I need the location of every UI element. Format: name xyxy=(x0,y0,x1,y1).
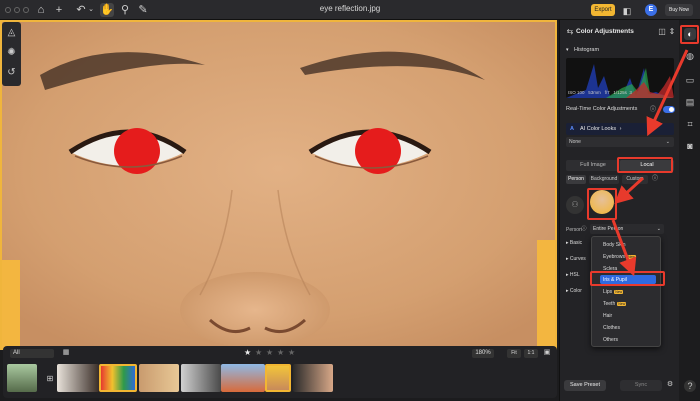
histogram-label: Histogram xyxy=(574,47,600,53)
ai-icon: A xyxy=(570,126,574,132)
subtab-background[interactable]: Background xyxy=(589,175,619,184)
buy-now-button[interactable]: Buy Now xyxy=(665,4,693,16)
menu-item-eyebrows[interactable]: Eyebrows New xyxy=(603,254,636,260)
accordion-basic[interactable]: ▸ Basic xyxy=(566,240,582,246)
color-looks-select[interactable]: None ⌄ xyxy=(566,137,674,147)
history-icon[interactable]: ↺ xyxy=(5,66,18,79)
save-preset-button[interactable]: Save Preset xyxy=(564,380,606,391)
accordion-hsl-label: HSL xyxy=(569,272,580,278)
panel-menu-icon[interactable]: ⇕ xyxy=(665,25,679,39)
iso-value: ISO 100 xyxy=(568,90,585,95)
title-bar: ⌂ + ↶ ⌄ ✋ ⚲ ✎ eye reflection.jpg Export … xyxy=(0,0,700,20)
help-icon[interactable]: ? xyxy=(684,380,696,392)
thumbnail[interactable] xyxy=(293,364,333,392)
thumbnail[interactable] xyxy=(7,364,37,392)
filmstrip-toolbar: All ▦ ★ ★ ★ ★ ★ 180% Fit 1:1 ▣ xyxy=(3,346,557,360)
menu-item-eyebrows-label: Eyebrows xyxy=(603,254,625,260)
person-icon[interactable]: ⚇ xyxy=(566,196,584,214)
person-scope-value: Entire Person xyxy=(593,226,624,232)
accordion-color-label: Color xyxy=(569,288,582,294)
color-looks-value: None xyxy=(569,139,581,145)
menu-item-clothes[interactable]: Clothes xyxy=(603,325,620,331)
histogram-chevron-icon[interactable]: ▾ xyxy=(566,47,569,53)
thumbnail-selected[interactable] xyxy=(99,364,137,392)
thumbnail[interactable] xyxy=(57,364,99,392)
new-badge: New xyxy=(626,254,636,259)
ai-color-looks-label: AI Color Looks xyxy=(580,126,617,132)
focal-length-value: 53mm xyxy=(588,90,601,95)
aperture-value: f/7 xyxy=(604,90,610,95)
subtab-custom[interactable]: Custom xyxy=(622,175,648,184)
crop-icon[interactable]: ⌗ xyxy=(684,118,696,130)
shutter-value: 1/125s xyxy=(613,90,627,95)
avatar[interactable]: E xyxy=(645,4,657,16)
panel-title: Color Adjustments xyxy=(576,28,634,35)
person-part-dropdown: Body Skin Eyebrows New Sclera Iris & Pupi… xyxy=(591,236,661,347)
thumbnail[interactable] xyxy=(181,364,221,392)
layers-icon[interactable]: ▭ xyxy=(684,74,696,86)
realtime-toggle[interactable] xyxy=(663,106,675,113)
zoom-select[interactable]: 180% xyxy=(472,349,494,358)
info-icon[interactable]: ⓘ xyxy=(580,222,588,236)
local-tab-highlight xyxy=(617,157,673,173)
fit-button[interactable]: Fit xyxy=(507,349,521,358)
histogram-info: ISO 100 53mm f/7 1/125s 3 xyxy=(568,90,632,95)
left-toolbar: ◬ ✺ ↺ xyxy=(2,22,21,86)
fullscreen-icon[interactable]: ▣ xyxy=(540,346,554,360)
star-icon-5[interactable]: ★ xyxy=(288,348,295,358)
menu-item-lips-label: Lips xyxy=(603,289,613,295)
photo-canvas[interactable] xyxy=(0,20,557,350)
thumbnail[interactable] xyxy=(139,364,179,392)
accordion-basic-label: Basic xyxy=(569,240,583,246)
grid-view-icon[interactable]: ▦ xyxy=(59,346,73,360)
star-icon-4[interactable]: ★ xyxy=(277,348,284,358)
color-adjust-highlight xyxy=(680,25,699,44)
menu-item-teeth-label: Teeth xyxy=(603,301,616,307)
chevron-down-icon: ⌄ xyxy=(656,226,661,232)
face-photo xyxy=(0,20,557,350)
info-icon[interactable]: ⓘ xyxy=(646,103,660,117)
accordion-curves[interactable]: ▸ Curves xyxy=(566,256,586,262)
compare-icon[interactable]: ◧ xyxy=(620,4,634,18)
image-icon[interactable]: ⊞ xyxy=(43,372,57,386)
accordion-curves-label: Curves xyxy=(569,256,586,262)
info-icon[interactable]: ⓘ xyxy=(648,172,662,186)
star-icon-3[interactable]: ★ xyxy=(266,348,273,358)
star-icon-2[interactable]: ★ xyxy=(255,348,262,358)
ai-color-looks-button[interactable]: A AI Color Looks › xyxy=(566,123,674,135)
new-badge: New xyxy=(617,301,627,306)
retouch-icon[interactable]: ◍ xyxy=(684,50,696,62)
person-scope-select[interactable]: Entire Person ⌄ xyxy=(590,224,664,234)
menu-item-others[interactable]: Others xyxy=(603,337,618,343)
menu-item-teeth[interactable]: Teeth New xyxy=(603,301,627,307)
ev-value: 3 xyxy=(629,90,632,95)
subtab-person[interactable]: Person xyxy=(566,175,586,184)
filter-select[interactable]: All xyxy=(10,349,54,358)
auto-adjust-icon[interactable]: ◬ xyxy=(5,26,18,39)
filmstrip: All ▦ ★ ★ ★ ★ ★ 180% Fit 1:1 ▣ ⊞ xyxy=(3,346,557,398)
thumbnail-selected[interactable] xyxy=(265,364,291,392)
chevron-down-icon: ⌄ xyxy=(665,139,670,145)
camera-icon[interactable]: ◙ xyxy=(684,140,696,152)
new-badge: New xyxy=(614,289,624,294)
export-button[interactable]: Export xyxy=(591,4,615,16)
thumbnail[interactable] xyxy=(221,364,265,392)
settings-icon[interactable]: ⚙ xyxy=(663,378,677,392)
right-rail: ◐ ◍ ▭ ▤ ⌗ ◙ ? xyxy=(680,20,700,401)
menu-item-hair[interactable]: Hair xyxy=(603,313,612,319)
actual-size-button[interactable]: 1:1 xyxy=(524,349,538,358)
realtime-label: Real-Time Color Adjustments xyxy=(566,106,638,112)
menu-item-lips[interactable]: Lips New xyxy=(603,289,624,295)
adjust-icon[interactable]: ▤ xyxy=(684,96,696,108)
tab-full-image[interactable]: Full Image xyxy=(566,160,620,171)
iris-pupil-highlight xyxy=(590,271,665,286)
sync-button[interactable]: Sync xyxy=(620,380,662,391)
accordion-hsl[interactable]: ▸ HSL xyxy=(566,272,580,278)
sliders-icon: ⇆ xyxy=(566,27,574,36)
menu-item-body-skin[interactable]: Body Skin xyxy=(603,242,626,248)
accordion-color[interactable]: ▸ Color xyxy=(566,288,582,294)
star-icon-1[interactable]: ★ xyxy=(244,348,251,358)
person-avatar-highlight xyxy=(587,188,617,220)
settings-icon[interactable]: ✺ xyxy=(5,46,18,59)
